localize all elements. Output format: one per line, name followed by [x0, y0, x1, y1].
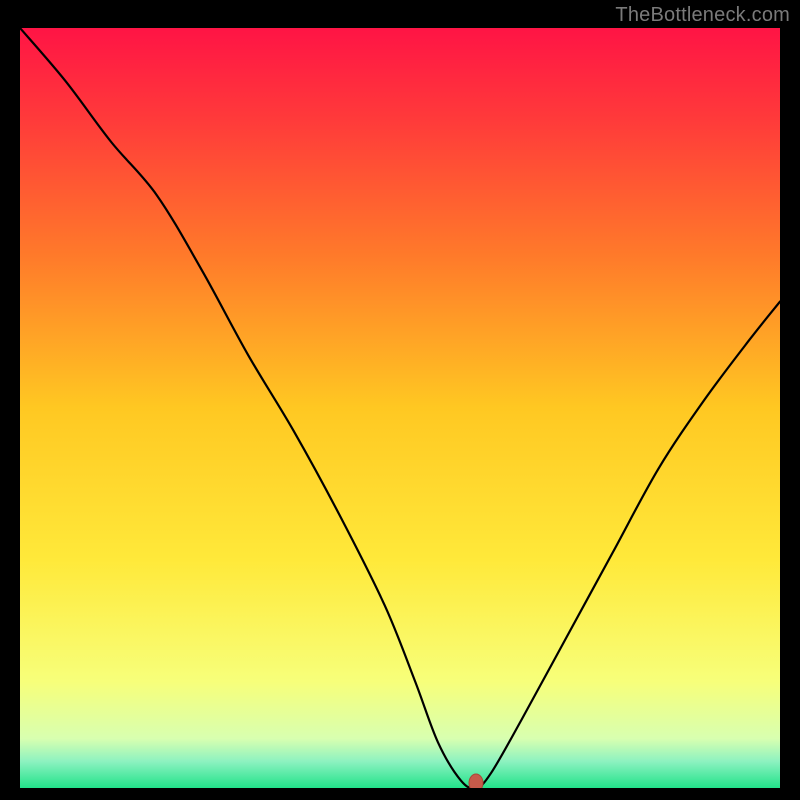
bottleneck-chart [20, 28, 780, 788]
chart-svg [20, 28, 780, 788]
watermark-text: TheBottleneck.com [615, 4, 790, 27]
curve-marker [469, 774, 483, 788]
chart-frame: TheBottleneck.com [0, 0, 800, 800]
gradient-background [20, 28, 780, 788]
